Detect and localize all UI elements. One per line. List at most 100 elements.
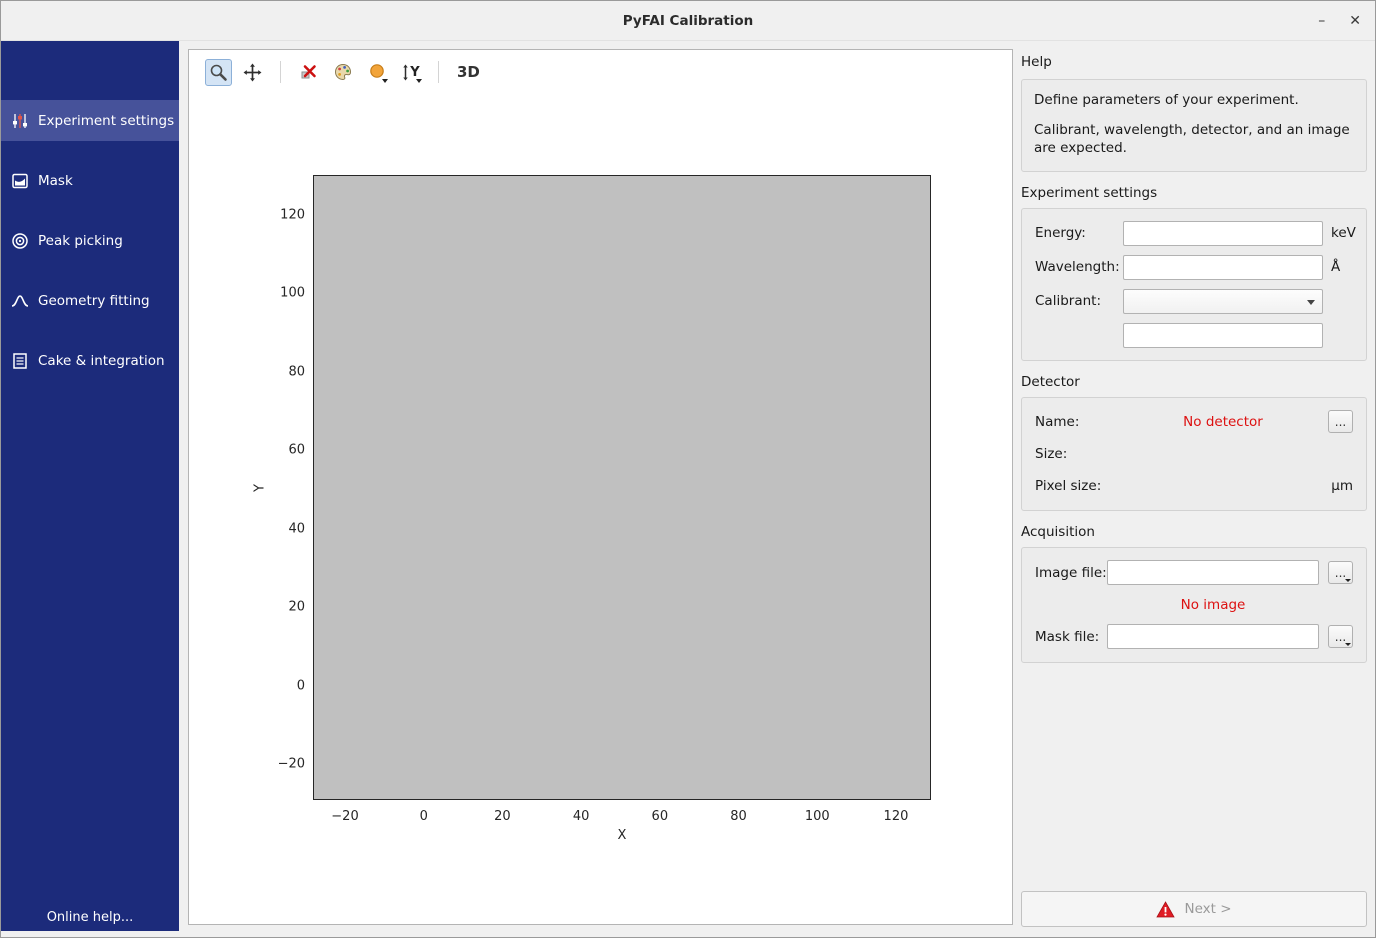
plot-image-placeholder[interactable]	[313, 175, 931, 800]
x-tick-label: 80	[730, 809, 747, 824]
zoom-tool-button[interactable]	[205, 59, 232, 86]
y-axis-direction-icon	[401, 64, 410, 81]
y-tick-label: 40	[288, 521, 305, 536]
chevron-down-icon	[1307, 300, 1315, 305]
circle-marker-tool-button[interactable]	[363, 59, 390, 86]
detector-name-label: Name:	[1035, 414, 1123, 430]
experiment-settings-group: Energy: keV Wavelength: Å Calibrant:	[1021, 208, 1367, 361]
wavelength-input[interactable]	[1123, 255, 1323, 280]
y-tick-label: 0	[297, 678, 305, 693]
calibrant-file-input[interactable]	[1123, 323, 1323, 348]
x-tick-label: −20	[331, 809, 358, 824]
calibrant-select[interactable]	[1123, 289, 1323, 314]
detector-title: Detector	[1021, 374, 1369, 390]
x-tick-label: 60	[652, 809, 669, 824]
x-tick-label: 120	[884, 809, 909, 824]
browse-label: ...	[1335, 566, 1346, 580]
energy-label: Energy:	[1035, 225, 1123, 241]
y-tick-label: 20	[288, 600, 305, 615]
target-rings-icon	[11, 232, 29, 250]
zoom-icon	[209, 63, 228, 82]
acquisition-group: Image file: ... No image Mask file: ...	[1021, 547, 1367, 663]
y-axis-label: Y	[253, 484, 268, 492]
sidebar-item-geometry-fitting[interactable]: Geometry fitting	[1, 280, 179, 321]
y-tick-label: 120	[280, 208, 305, 223]
image-status-text: No image	[1107, 595, 1319, 615]
help-text-line2: Calibrant, wavelength, detector, and an …	[1034, 121, 1354, 157]
y-axis-direction-tool-button[interactable]: Y	[397, 59, 424, 86]
sliders-icon	[11, 112, 29, 130]
plot-canvas-area[interactable]: X Y −20 0 20 40 60 80 100 120 120 100 80 60 40 20 0 −20	[189, 94, 1012, 924]
experiment-settings-title: Experiment settings	[1021, 185, 1369, 201]
next-button-label: Next >	[1184, 901, 1231, 917]
detector-pixel-size-label: Pixel size:	[1035, 478, 1123, 494]
sidebar-item-label: Geometry fitting	[38, 293, 150, 309]
close-button[interactable]: ✕	[1349, 14, 1361, 28]
sidebar-item-label: Mask	[38, 173, 73, 189]
pixel-size-unit: µm	[1331, 478, 1353, 494]
x-tick-label: 100	[805, 809, 830, 824]
sidebar-item-experiment-settings[interactable]: Experiment settings	[1, 100, 179, 141]
window-title: PyFAI Calibration	[1, 1, 1375, 41]
x-tick-label: 0	[420, 809, 428, 824]
calibrant-label: Calibrant:	[1035, 293, 1123, 309]
toolbar-separator	[280, 61, 281, 83]
pan-tool-button[interactable]	[239, 59, 266, 86]
x-tick-label: 20	[494, 809, 511, 824]
detector-browse-button[interactable]: ...	[1328, 410, 1353, 433]
help-text-line1: Define parameters of your experiment.	[1034, 91, 1354, 109]
minimize-button[interactable]: –	[1318, 14, 1325, 28]
plot-toolbar: Y 3D	[189, 50, 1012, 94]
mask-file-input[interactable]	[1107, 624, 1319, 649]
next-button[interactable]: Next >	[1021, 891, 1367, 927]
dropdown-caret-icon	[1345, 643, 1351, 646]
image-file-browse-button[interactable]: ...	[1328, 561, 1353, 584]
app-window: PyFAI Calibration – ✕ Experiment setting…	[0, 0, 1376, 938]
remove-tool-button[interactable]	[295, 59, 322, 86]
mask-file-label: Mask file:	[1035, 629, 1107, 645]
sidebar-item-label: Cake & integration	[38, 353, 165, 369]
3d-view-button[interactable]: 3D	[453, 63, 484, 81]
dropdown-caret-icon	[416, 79, 422, 83]
mask-image-icon	[11, 172, 29, 190]
energy-input[interactable]	[1123, 221, 1323, 246]
mask-file-browse-button[interactable]: ...	[1328, 625, 1353, 648]
image-file-input[interactable]	[1107, 560, 1319, 585]
y-tick-label: −20	[278, 757, 305, 772]
sidebar-item-peak-picking[interactable]: Peak picking	[1, 220, 179, 261]
delete-red-x-icon	[300, 63, 318, 81]
right-panel: Help Define parameters of your experimen…	[1017, 49, 1369, 931]
help-box: Define parameters of your experiment. Ca…	[1021, 79, 1367, 172]
help-title: Help	[1021, 54, 1369, 70]
toolbar-separator	[438, 61, 439, 83]
sidebar-item-label: Experiment settings	[38, 113, 174, 129]
peak-curve-icon	[11, 292, 29, 310]
sidebar: Experiment settings Mask Peak picking	[1, 41, 179, 931]
browse-label: ...	[1335, 630, 1346, 644]
y-tick-label: 80	[288, 364, 305, 379]
plot-panel: Y 3D X Y −20 0 20 40 60 80 100 120 120 100 80 60 40 2…	[188, 49, 1013, 925]
sidebar-item-cake-integration[interactable]: Cake & integration	[1, 340, 179, 381]
dropdown-caret-icon	[382, 79, 388, 83]
colormap-tool-button[interactable]	[329, 59, 356, 86]
x-axis-label: X	[618, 828, 627, 843]
sidebar-item-mask[interactable]: Mask	[1, 160, 179, 201]
wavelength-label: Wavelength:	[1035, 259, 1123, 275]
dropdown-caret-icon	[1345, 579, 1351, 582]
y-axis-letter: Y	[410, 65, 419, 80]
online-help-link[interactable]: Online help...	[1, 910, 179, 925]
x-tick-label: 40	[573, 809, 590, 824]
wavelength-unit: Å	[1323, 259, 1353, 275]
detector-group: Name: No detector ... Size: Pixel size: …	[1021, 397, 1367, 511]
y-tick-label: 100	[280, 286, 305, 301]
detector-size-label: Size:	[1035, 446, 1123, 462]
detector-name-value: No detector	[1123, 414, 1323, 430]
image-file-label: Image file:	[1035, 565, 1107, 581]
pan-icon	[243, 63, 262, 82]
y-tick-label: 60	[288, 443, 305, 458]
sidebar-item-label: Peak picking	[38, 233, 123, 249]
document-lines-icon	[11, 352, 29, 370]
palette-icon	[334, 63, 352, 81]
acquisition-title: Acquisition	[1021, 524, 1369, 540]
energy-unit: keV	[1323, 225, 1356, 241]
